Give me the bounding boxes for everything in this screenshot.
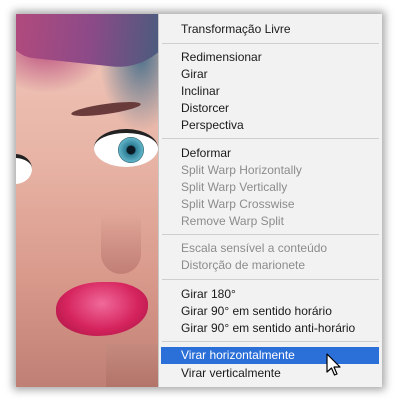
- menu-separator: [162, 279, 379, 280]
- menu-item-rotate-90-ccw[interactable]: Girar 90° em sentido anti-horário: [159, 320, 382, 337]
- menu-item-scale[interactable]: Redimensionar: [159, 49, 382, 66]
- menu-item-perspective[interactable]: Perspectiva: [159, 117, 382, 134]
- menu-item-distort[interactable]: Distorcer: [159, 100, 382, 117]
- menu-item-content-aware-scale: Escala sensível a conteúdo: [181, 241, 328, 255]
- photo-eye-left: [16, 154, 32, 184]
- photo-eyebrow: [70, 99, 142, 119]
- menu-item-warp[interactable]: Deformar: [159, 145, 382, 162]
- canvas-photo: [16, 14, 158, 387]
- menu-item-skew[interactable]: Inclinar: [159, 83, 382, 100]
- photo-nose: [101, 214, 141, 274]
- menu-item-rotate-90-cw[interactable]: Girar 90° em sentido horário: [159, 303, 382, 320]
- menu-item-remove-warp-split: Remove Warp Split: [181, 214, 284, 228]
- menu-item-split-warp-crosswise: Split Warp Crosswise: [181, 197, 295, 211]
- menu-separator: [162, 43, 379, 44]
- photo-eye: [94, 129, 158, 167]
- menu-item-puppet-warp: Distorção de marionete: [181, 258, 306, 272]
- menu-item-split-warp-vertically: Split Warp Vertically: [181, 180, 288, 194]
- menu-item-flip-vertical[interactable]: Virar verticalmente: [159, 365, 382, 382]
- menu-separator: [162, 341, 379, 342]
- menu-separator: [162, 234, 379, 235]
- transform-context-menu: Transformação Livre Redimensionar Girar …: [158, 14, 382, 387]
- menu-item-free-transform[interactable]: Transformação Livre: [159, 21, 382, 38]
- menu-separator: [162, 138, 379, 139]
- menu-item-rotate[interactable]: Girar: [159, 66, 382, 83]
- menu-item-rotate-180[interactable]: Girar 180°: [159, 286, 382, 303]
- photo-hair: [16, 14, 158, 73]
- menu-item-flip-horizontal[interactable]: Virar horizontalmente: [161, 347, 379, 364]
- photo-iris: [118, 137, 144, 163]
- menu-item-split-warp-horizontally: Split Warp Horizontally: [181, 163, 302, 177]
- screenshot-frame: Transformação Livre Redimensionar Girar …: [16, 14, 382, 387]
- photo-lips: [56, 282, 148, 336]
- photo-neck: [106, 344, 158, 387]
- mouse-pointer-icon: [326, 353, 341, 376]
